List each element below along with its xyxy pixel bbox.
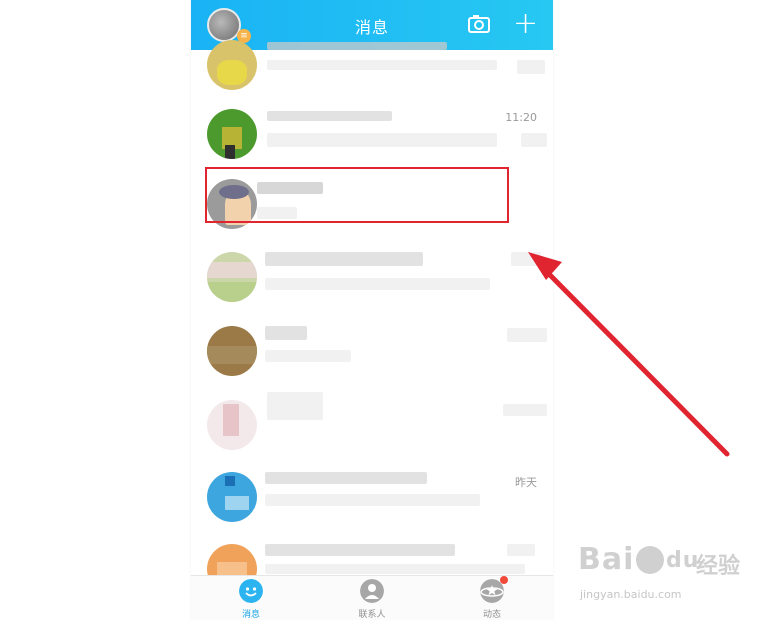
conversation-time: 11:20 <box>505 111 537 124</box>
list-item[interactable]: 昨天 <box>191 460 553 530</box>
watermark-logo-du: du <box>666 548 700 573</box>
baidu-jingyan-watermark: Bai du 经验 jingyan.baidu.com <box>578 542 748 612</box>
list-item[interactable] <box>191 388 553 458</box>
tab-contacts[interactable]: 联系人 <box>312 576 432 620</box>
paw-icon <box>636 546 664 574</box>
conversation-time: 昨天 <box>515 476 537 489</box>
watermark-logo-bai: Bai <box>578 542 635 577</box>
bottom-tab-bar: 消息 联系人 动态 <box>191 575 553 620</box>
conversation-list[interactable]: 11:20 昨天 <box>191 40 553 594</box>
tab-messages[interactable]: 消息 <box>191 576 311 620</box>
contact-avatar <box>207 40 257 90</box>
contact-avatar <box>207 252 257 302</box>
person-icon <box>360 579 384 603</box>
watermark-cn: 经验 <box>696 554 741 579</box>
contact-avatar <box>207 400 257 450</box>
tab-label: 动态 <box>482 610 501 620</box>
list-item[interactable] <box>191 240 553 310</box>
contact-avatar <box>207 326 257 376</box>
tab-label: 消息 <box>241 610 260 620</box>
list-item[interactable] <box>191 28 553 98</box>
notification-dot <box>500 576 508 584</box>
highlight-box <box>205 167 509 223</box>
tab-label: 联系人 <box>358 610 386 620</box>
qq-message-screen: ≡ 消息 + 11:20 昨天 消息 联系人 动态 <box>191 0 553 620</box>
contact-avatar <box>207 109 257 159</box>
tab-feeds[interactable]: 动态 <box>432 576 552 620</box>
chat-bubble-icon <box>239 579 263 603</box>
contact-avatar <box>207 472 257 522</box>
list-item[interactable]: 11:20 <box>191 97 553 167</box>
watermark-url: jingyan.baidu.com <box>580 588 682 601</box>
list-item[interactable] <box>191 314 553 384</box>
